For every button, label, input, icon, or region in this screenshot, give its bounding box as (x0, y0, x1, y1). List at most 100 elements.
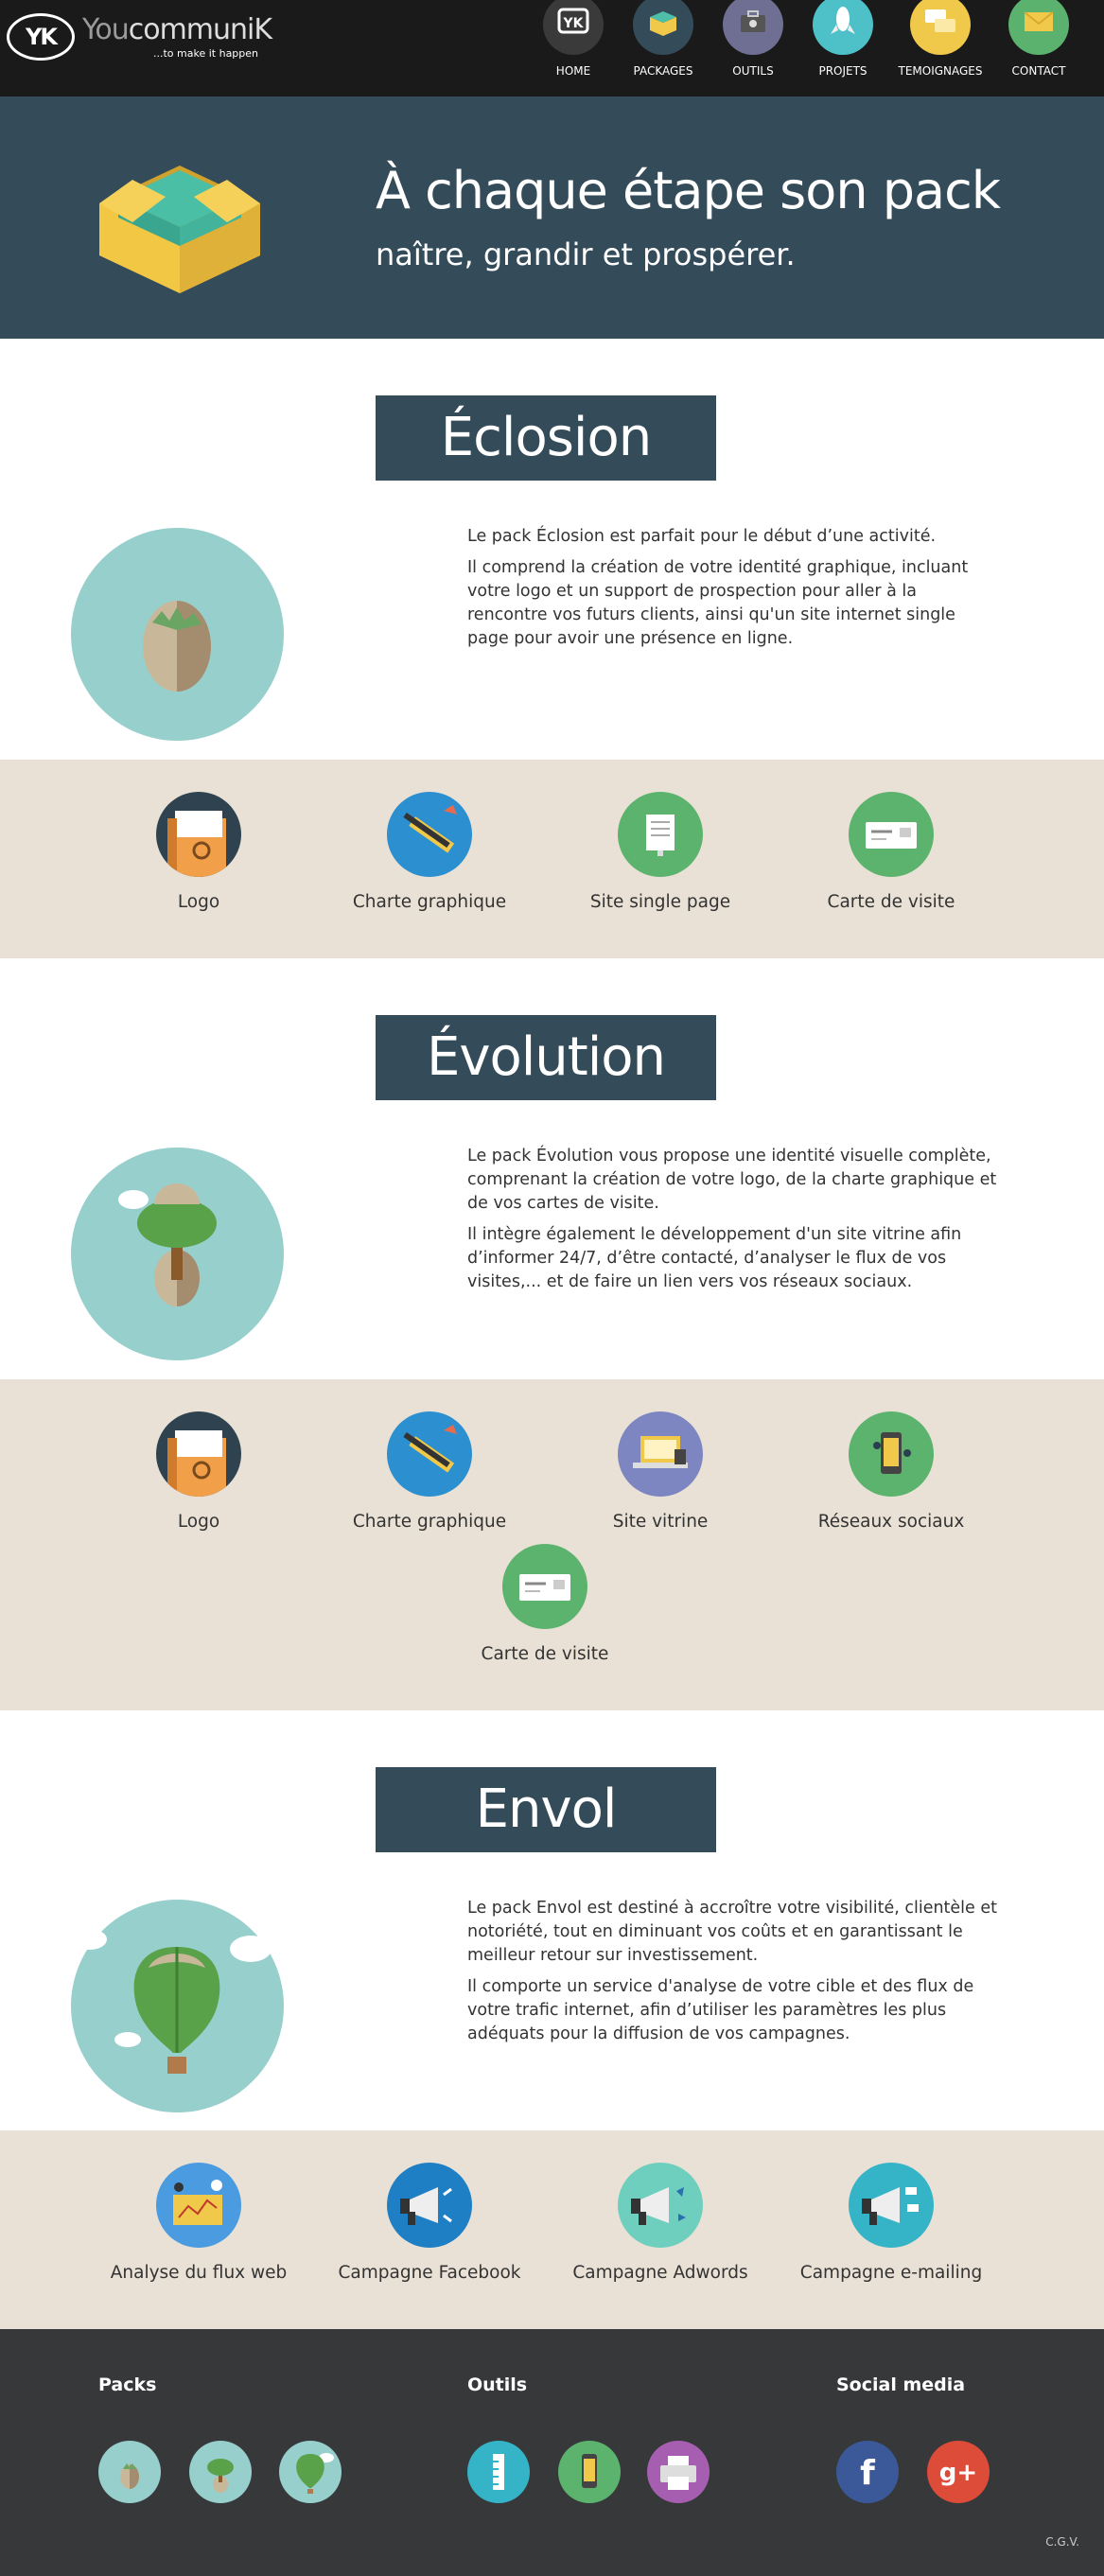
document-page-icon (618, 792, 703, 877)
box-icon (633, 0, 693, 55)
footer-tools-heading: Outils (467, 2374, 528, 2395)
brand-name-prefix: You (82, 13, 130, 46)
feature-label: Charte graphique (352, 1512, 507, 1532)
feature-campagne-e-mailing[interactable]: Campagne e-mailing (776, 2163, 1007, 2295)
megaphone-icon (618, 2163, 703, 2248)
pack-evolution-paragraph: Il intègre également le développement d'… (467, 1225, 962, 1291)
hero-title: À chaque étape son pack (376, 161, 1001, 220)
laptop-icon (618, 1411, 703, 1497)
balloon-icon[interactable] (279, 2441, 342, 2503)
pencil-ruler-icon (387, 792, 472, 877)
pack-eclosion-paragraph: Il comprend la création de votre identit… (467, 558, 969, 648)
book-icon (156, 792, 241, 877)
brand-name: YoucommuniK (82, 13, 272, 46)
nav-temoignages-label: TEMOIGNAGES (898, 64, 983, 78)
hot-air-balloon-illustration (71, 1900, 284, 2112)
pack-envol-paragraph: Le pack Envol est destiné à accroître vo… (467, 1899, 997, 1965)
pack-eclosion-paragraph: Le pack Éclosion est parfait pour le déb… (467, 527, 937, 546)
ruler-tool-icon[interactable] (467, 2441, 530, 2503)
open-box-icon (95, 142, 265, 302)
feature-campagne-facebook[interactable]: Campagne Facebook (314, 2163, 545, 2295)
rocket-icon (813, 0, 873, 55)
google-plus-glyph: g+ (939, 2459, 977, 2487)
feature-site-vitrine[interactable]: Site vitrine (545, 1411, 776, 1544)
feature-logo[interactable]: Logo (83, 792, 314, 924)
brand-name-main: communiK (128, 13, 272, 46)
egg-icon[interactable] (98, 2441, 161, 2503)
cgv-link[interactable]: C.G.V. (1045, 2535, 1079, 2549)
nav-contact-label: CONTACT (1011, 64, 1066, 78)
feature-site-single-page[interactable]: Site single page (545, 792, 776, 924)
pack-envol-title: Envol (376, 1767, 716, 1852)
nav-home[interactable]: YK HOME (526, 0, 621, 96)
feature-campagne-adwords[interactable]: Campagne Adwords (545, 2163, 776, 2295)
nav-packages-label: PACKAGES (633, 64, 693, 78)
brand-tagline: ...to make it happen (153, 47, 259, 60)
feature-reseaux-sociaux[interactable]: Réseaux sociaux (776, 1411, 1007, 1544)
feature-label: Campagne Adwords (572, 2263, 748, 2283)
feature-carte-de-visite[interactable]: Carte de visite (776, 792, 1007, 924)
facebook-icon[interactable]: f (836, 2441, 899, 2503)
footer-social-heading: Social media (836, 2374, 966, 2395)
top-navigation: YK YoucommuniK ...to make it happen YK H… (0, 0, 1104, 96)
feature-label: Analyse du flux web (110, 2263, 288, 2283)
pencil-ruler-icon (387, 1411, 472, 1497)
megaphone-icon (849, 2163, 934, 2248)
yk-logo-icon: YK (543, 0, 604, 55)
google-plus-icon[interactable]: g+ (927, 2441, 990, 2503)
megaphone-icon (387, 2163, 472, 2248)
feature-logo[interactable]: Logo (83, 1411, 314, 1544)
feature-carte-de-visite[interactable]: Carte de visite (429, 1544, 660, 1676)
pack-envol-features: Analyse du flux web Campagne Facebook Ca… (0, 2130, 1104, 2329)
pack-envol-paragraph: Il comporte un service d'analyse de votr… (467, 1977, 974, 2043)
facebook-glyph: f (860, 2454, 875, 2493)
feature-label: Site single page (589, 892, 731, 912)
feature-charte-graphique[interactable]: Charte graphique (314, 792, 545, 924)
nav-projets[interactable]: PROJETS (796, 0, 890, 96)
smartphone-icon[interactable] (558, 2441, 621, 2503)
feature-analyse-du-flux-web[interactable]: Analyse du flux web (83, 2163, 314, 2295)
book-icon (156, 1411, 241, 1497)
pack-eclosion-title: Éclosion (376, 395, 716, 481)
feature-label: Logo (177, 892, 220, 912)
nav-projets-label: PROJETS (818, 64, 867, 78)
feature-label: Carte de visite (481, 1644, 609, 1664)
nav-outils-label: OUTILS (732, 64, 774, 78)
pack-evolution-description: Le pack Évolution vous propose une ident… (467, 1145, 997, 1302)
business-card-icon (502, 1544, 587, 1629)
smartphone-social-icon (849, 1411, 934, 1497)
footer: Packs Outils Social media f g+ C.G.V. (0, 2329, 1104, 2576)
tree-egg-illustration (71, 1148, 284, 1360)
brand-logo[interactable]: YK YoucommuniK ...to make it happen (7, 11, 272, 64)
nav-home-label: HOME (555, 64, 591, 78)
tree-icon[interactable] (189, 2441, 252, 2503)
footer-packs-heading: Packs (98, 2374, 157, 2395)
pack-envol-description: Le pack Envol est destiné à accroître vo… (467, 1897, 997, 2054)
speech-bubbles-icon (910, 0, 971, 55)
svg-text:YK: YK (563, 16, 585, 31)
feature-label: Campagne e-mailing (799, 2263, 983, 2283)
feature-label: Réseaux sociaux (817, 1512, 965, 1532)
feature-label: Carte de visite (827, 892, 955, 912)
egg-illustration (71, 528, 284, 741)
feature-label: Campagne Facebook (338, 2263, 521, 2283)
pack-eclosion-features: Logo Charte graphique Site single page C… (0, 760, 1104, 958)
analytics-screen-icon (156, 2163, 241, 2248)
nav-outils[interactable]: OUTILS (706, 0, 800, 96)
pack-evolution-title: Évolution (376, 1015, 716, 1100)
feature-charte-graphique[interactable]: Charte graphique (314, 1411, 545, 1544)
feature-label: Charte graphique (352, 892, 507, 912)
pack-evolution-features: Logo Charte graphique Site vitrine Résea… (0, 1379, 1104, 1710)
nav-temoignages[interactable]: TEMOIGNAGES (893, 0, 988, 96)
pack-eclosion-description: Le pack Éclosion est parfait pour le déb… (467, 525, 997, 658)
printer-icon[interactable] (647, 2441, 710, 2503)
feature-label: Logo (177, 1512, 220, 1532)
business-card-icon (849, 792, 934, 877)
nav-packages[interactable]: PACKAGES (616, 0, 710, 96)
hero-subtitle: naître, grandir et prospérer. (376, 237, 796, 272)
feature-label: Site vitrine (612, 1512, 709, 1532)
nav-contact[interactable]: CONTACT (991, 0, 1086, 96)
logo-mark: YK (7, 13, 75, 61)
pack-evolution-paragraph: Le pack Évolution vous propose une ident… (467, 1147, 997, 1213)
envelope-icon (1008, 0, 1069, 55)
